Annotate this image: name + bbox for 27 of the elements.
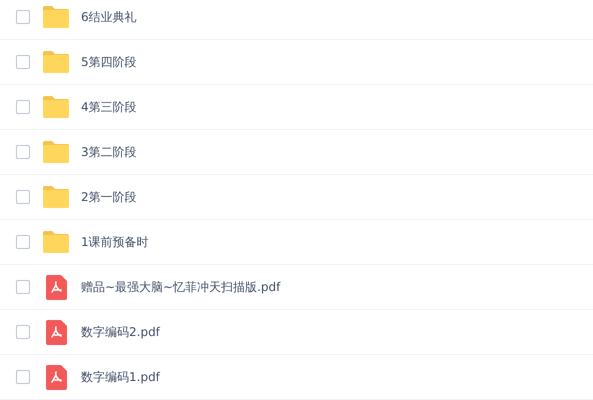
folder-icon bbox=[43, 231, 69, 253]
checkbox[interactable] bbox=[16, 325, 30, 339]
pdf-icon bbox=[46, 364, 66, 390]
checkbox[interactable] bbox=[16, 55, 30, 69]
file-name[interactable]: 数字编码2.pdf bbox=[81, 323, 160, 341]
checkbox[interactable] bbox=[16, 10, 30, 24]
folder-name[interactable]: 5第四阶段 bbox=[81, 53, 137, 71]
pdf-icon bbox=[46, 274, 66, 300]
folder-icon bbox=[43, 141, 69, 163]
folder-icon bbox=[43, 186, 69, 208]
folder-name[interactable]: 4第三阶段 bbox=[81, 98, 137, 116]
file-name[interactable]: 赠品~最强大脑~忆菲冲天扫描版.pdf bbox=[81, 278, 280, 296]
pdf-icon bbox=[46, 320, 66, 344]
checkbox[interactable] bbox=[16, 145, 30, 159]
checkbox[interactable] bbox=[16, 370, 30, 384]
folder-icon bbox=[43, 6, 69, 28]
folder-name[interactable]: 3第二阶段 bbox=[81, 143, 137, 161]
folder-name[interactable]: 6结业典礼 bbox=[81, 8, 137, 26]
checkbox[interactable] bbox=[16, 280, 30, 294]
checkbox[interactable] bbox=[16, 235, 30, 249]
checkbox[interactable] bbox=[16, 100, 30, 114]
folder-icon bbox=[43, 51, 69, 73]
folder-name[interactable]: 1课前预备时 bbox=[81, 233, 149, 251]
folder-name[interactable]: 2第一阶段 bbox=[81, 188, 137, 206]
file-name[interactable]: 数字编码1.pdf bbox=[81, 368, 160, 386]
checkbox[interactable] bbox=[16, 190, 30, 204]
folder-icon bbox=[43, 96, 69, 118]
